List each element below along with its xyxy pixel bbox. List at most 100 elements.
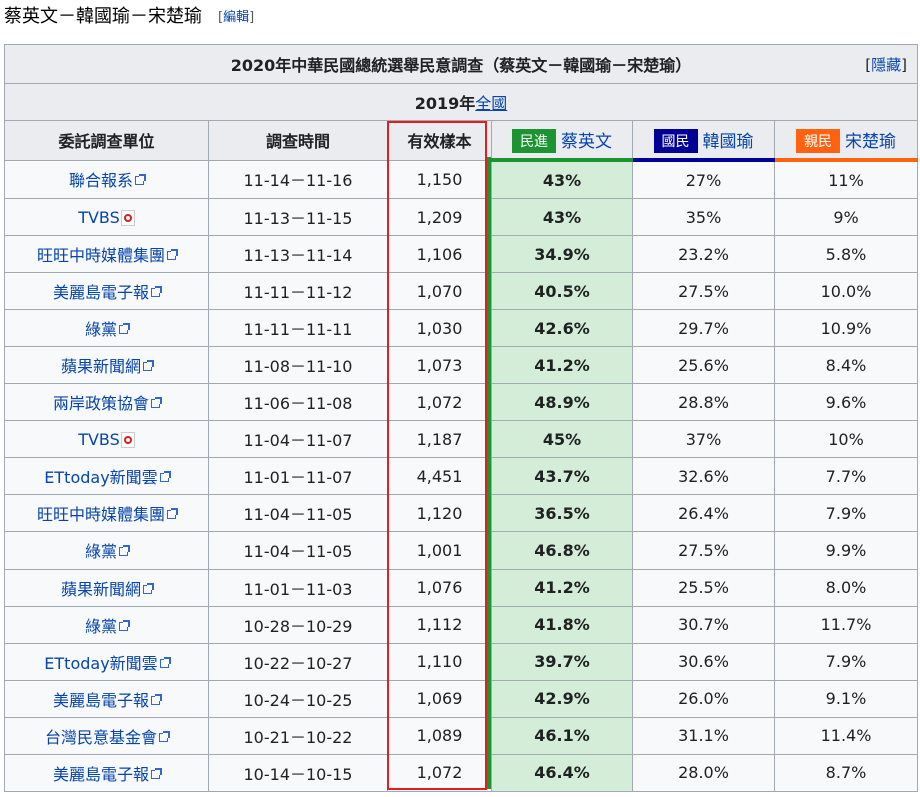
pollster-link[interactable]: ETtoday新聞雲	[44, 468, 157, 487]
cell-sample: 1,030	[387, 309, 492, 348]
cell-tsai: 46.4%	[491, 753, 633, 793]
cell-sample: 1,120	[387, 494, 492, 533]
cell-han: 25.5%	[632, 568, 775, 607]
candidate-tsai-link[interactable]: 蔡英文	[561, 132, 612, 152]
pollster-link[interactable]: 旺旺中時媒體集團	[37, 505, 165, 524]
dpp-column-marker	[487, 157, 491, 789]
pollster-link[interactable]: 蘋果新聞網	[61, 580, 141, 599]
cell-date: 11-11－11-12	[208, 272, 388, 311]
cell-han: 35%	[632, 198, 775, 237]
candidate-soong-link[interactable]: 宋楚瑜	[845, 132, 896, 152]
cell-soong: 7.9%	[773, 642, 919, 681]
col-header-han: 國民 韓國瑜	[632, 120, 775, 162]
pollster-link[interactable]: 美麗島電子報	[53, 691, 149, 710]
pollster-link[interactable]: 美麗島電子報	[53, 283, 149, 302]
pollster-link[interactable]: 美麗島電子報	[53, 765, 149, 784]
cell-soong: 11.4%	[773, 716, 919, 755]
pollster-link[interactable]: TVBS	[78, 208, 120, 227]
cell-sample: 1,089	[387, 716, 492, 755]
cell-soong: 9%	[773, 198, 919, 237]
cell-pollster[interactable]: 美麗島電子報	[4, 679, 209, 718]
cell-date: 10-24－10-25	[208, 679, 388, 718]
cell-han: 27%	[632, 159, 775, 200]
pollster-link[interactable]: 綠黨	[85, 320, 117, 339]
cell-pollster[interactable]: 台灣民意基金會	[4, 716, 209, 755]
cell-pollster[interactable]: ETtoday新聞雲	[4, 457, 209, 496]
section-title: 蔡英文－韓國瑜－宋楚瑜	[4, 6, 202, 27]
pollster-link[interactable]: 兩岸政策協會	[53, 394, 149, 413]
pollster-link[interactable]: TVBS	[78, 430, 120, 449]
pollster-link[interactable]: 旺旺中時媒體集團	[37, 246, 165, 265]
cell-soong: 9.1%	[773, 679, 919, 718]
cell-tsai: 45%	[491, 420, 633, 459]
cell-date: 10-22－10-27	[208, 642, 388, 681]
cell-sample: 1,209	[387, 198, 492, 237]
pdf-icon	[120, 431, 135, 448]
table-row: 美麗島電子報 10-24－10-25 1,069 42.9% 26.0% 9.1%	[4, 679, 919, 718]
external-link-icon	[159, 471, 171, 483]
cell-han: 23.2%	[632, 235, 775, 274]
external-link-icon	[119, 545, 130, 557]
external-link-icon	[167, 508, 178, 520]
cell-pollster[interactable]: 綠黨	[4, 309, 209, 348]
cell-tsai: 42.9%	[491, 679, 633, 718]
pollster-link[interactable]: 蘋果新聞網	[61, 357, 141, 376]
cell-tsai: 46.8%	[491, 531, 633, 570]
cell-pollster[interactable]: 蘋果新聞網	[4, 346, 209, 385]
cell-pollster[interactable]: 兩岸政策協會	[4, 383, 209, 422]
cell-sample: 1,001	[387, 531, 492, 570]
table-row: 綠黨 11-11－11-11 1,030 42.6% 29.7% 10.9%	[4, 309, 919, 348]
external-link-icon	[143, 360, 154, 372]
table-row: ETtoday新聞雲 10-22－10-27 1,110 39.7% 30.6% 7.9%	[4, 642, 919, 681]
cell-pollster[interactable]: ETtoday新聞雲	[4, 642, 209, 681]
cell-pollster[interactable]: 旺旺中時媒體集團	[4, 235, 209, 274]
table-row: 綠黨 10-28－10-29 1,112 41.8% 30.7% 11.7%	[4, 605, 919, 644]
candidate-han-link[interactable]: 韓國瑜	[703, 132, 754, 152]
pollster-link[interactable]: ETtoday新聞雲	[44, 654, 157, 673]
cell-pollster[interactable]: 蘋果新聞網	[4, 568, 209, 607]
subtitle-region-link[interactable]: 全國	[475, 94, 507, 113]
hide-toggle[interactable]: [隱藏]	[865, 54, 907, 75]
cell-date: 11-14－11-16	[208, 159, 388, 200]
edit-link[interactable]: 編輯	[223, 10, 249, 25]
pollster-link[interactable]: 台灣民意基金會	[45, 728, 157, 747]
cell-han: 30.6%	[632, 642, 775, 681]
col-header-tsai: 民進 蔡英文	[491, 120, 633, 162]
cell-pollster[interactable]: 美麗島電子報	[4, 753, 209, 793]
cell-tsai: 39.7%	[491, 642, 633, 681]
cell-sample: 1,112	[387, 605, 492, 644]
cell-pollster[interactable]: 綠黨	[4, 531, 209, 570]
pollster-link[interactable]: 綠黨	[85, 542, 117, 561]
table-title: 2020年中華民國總統選舉民意調查（蔡英文－韓國瑜－宋楚瑜）	[230, 56, 692, 75]
hide-link[interactable]: 隱藏	[871, 56, 901, 74]
cell-tsai: 46.1%	[491, 716, 633, 755]
cell-soong: 7.9%	[773, 494, 919, 533]
table-row: TVBS 11-04－11-07 1,187 45% 37% 10%	[4, 420, 919, 459]
cell-sample: 1,106	[387, 235, 492, 274]
cell-soong: 10.9%	[773, 309, 919, 348]
hide-bracket-close: ]	[901, 56, 908, 74]
cell-han: 27.5%	[632, 272, 775, 311]
cell-pollster[interactable]: 綠黨	[4, 605, 209, 644]
pollster-link[interactable]: 綠黨	[85, 617, 117, 636]
section-heading: 蔡英文－韓國瑜－宋楚瑜 [編輯]	[4, 2, 254, 28]
cell-han: 37%	[632, 420, 775, 459]
cell-pollster[interactable]: 美麗島電子報	[4, 272, 209, 311]
table-subtitle: 2019年全國	[3, 83, 919, 121]
cell-pollster[interactable]: TVBS	[4, 420, 209, 459]
table-row: ETtoday新聞雲 11-01－11-07 4,451 43.7% 32.6% 7.7%	[4, 457, 919, 496]
table-row: TVBS 11-13－11-15 1,209 43% 35% 9%	[4, 198, 919, 237]
pollster-link[interactable]: 聯合報系	[69, 171, 133, 190]
col-header-soong: 親民 宋楚瑜	[773, 120, 919, 162]
cell-pollster[interactable]: 聯合報系	[4, 159, 209, 200]
cell-sample: 1,110	[387, 642, 492, 681]
cell-soong: 8.0%	[773, 568, 919, 607]
cell-tsai: 34.9%	[491, 235, 633, 274]
cell-pollster[interactable]: TVBS	[4, 198, 209, 237]
col-header-pollster: 委託調查單位	[4, 120, 209, 161]
cell-pollster[interactable]: 旺旺中時媒體集團	[4, 494, 209, 533]
cell-tsai: 41.8%	[491, 605, 633, 644]
cell-han: 28.8%	[632, 383, 775, 422]
cell-tsai: 43.7%	[491, 457, 633, 496]
cell-sample: 4,451	[387, 457, 492, 496]
